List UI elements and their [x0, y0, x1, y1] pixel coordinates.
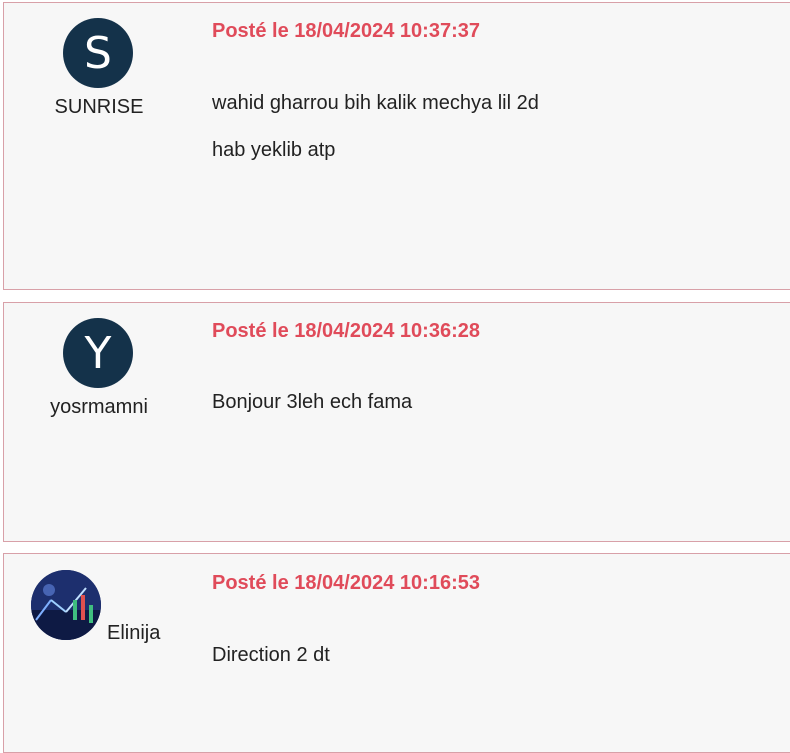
- username[interactable]: SUNRISE: [49, 96, 149, 119]
- post-text: hab yeklib atp: [212, 139, 336, 161]
- forum-post: Elinija Posté le 18/04/2024 10:16:53 Dir…: [3, 553, 790, 753]
- avatar-letter: Y: [84, 327, 112, 379]
- post-date: Posté le 18/04/2024 10:37:37: [212, 20, 480, 42]
- post-date: Posté le 18/04/2024 10:36:28: [212, 320, 480, 342]
- user-avatar-photo[interactable]: [31, 570, 101, 640]
- user-avatar[interactable]: S: [63, 18, 133, 88]
- username[interactable]: yosrmamni: [34, 396, 164, 419]
- post-text: Bonjour 3leh ech fama: [212, 391, 413, 413]
- post-text: wahid gharrou bih kalik mechya lil 2d: [212, 92, 539, 114]
- post-text: Direction 2 dt: [212, 644, 330, 666]
- forum-post: Y yosrmamni Posté le 18/04/2024 10:36:28…: [3, 302, 790, 542]
- username[interactable]: Elinija: [107, 622, 160, 645]
- post-date: Posté le 18/04/2024 10:16:53: [212, 572, 480, 594]
- forum-post: S SUNRISE Posté le 18/04/2024 10:37:37 w…: [3, 2, 790, 290]
- avatar-image: [31, 570, 101, 640]
- user-avatar[interactable]: Y: [63, 318, 133, 388]
- avatar-letter: S: [84, 27, 112, 79]
